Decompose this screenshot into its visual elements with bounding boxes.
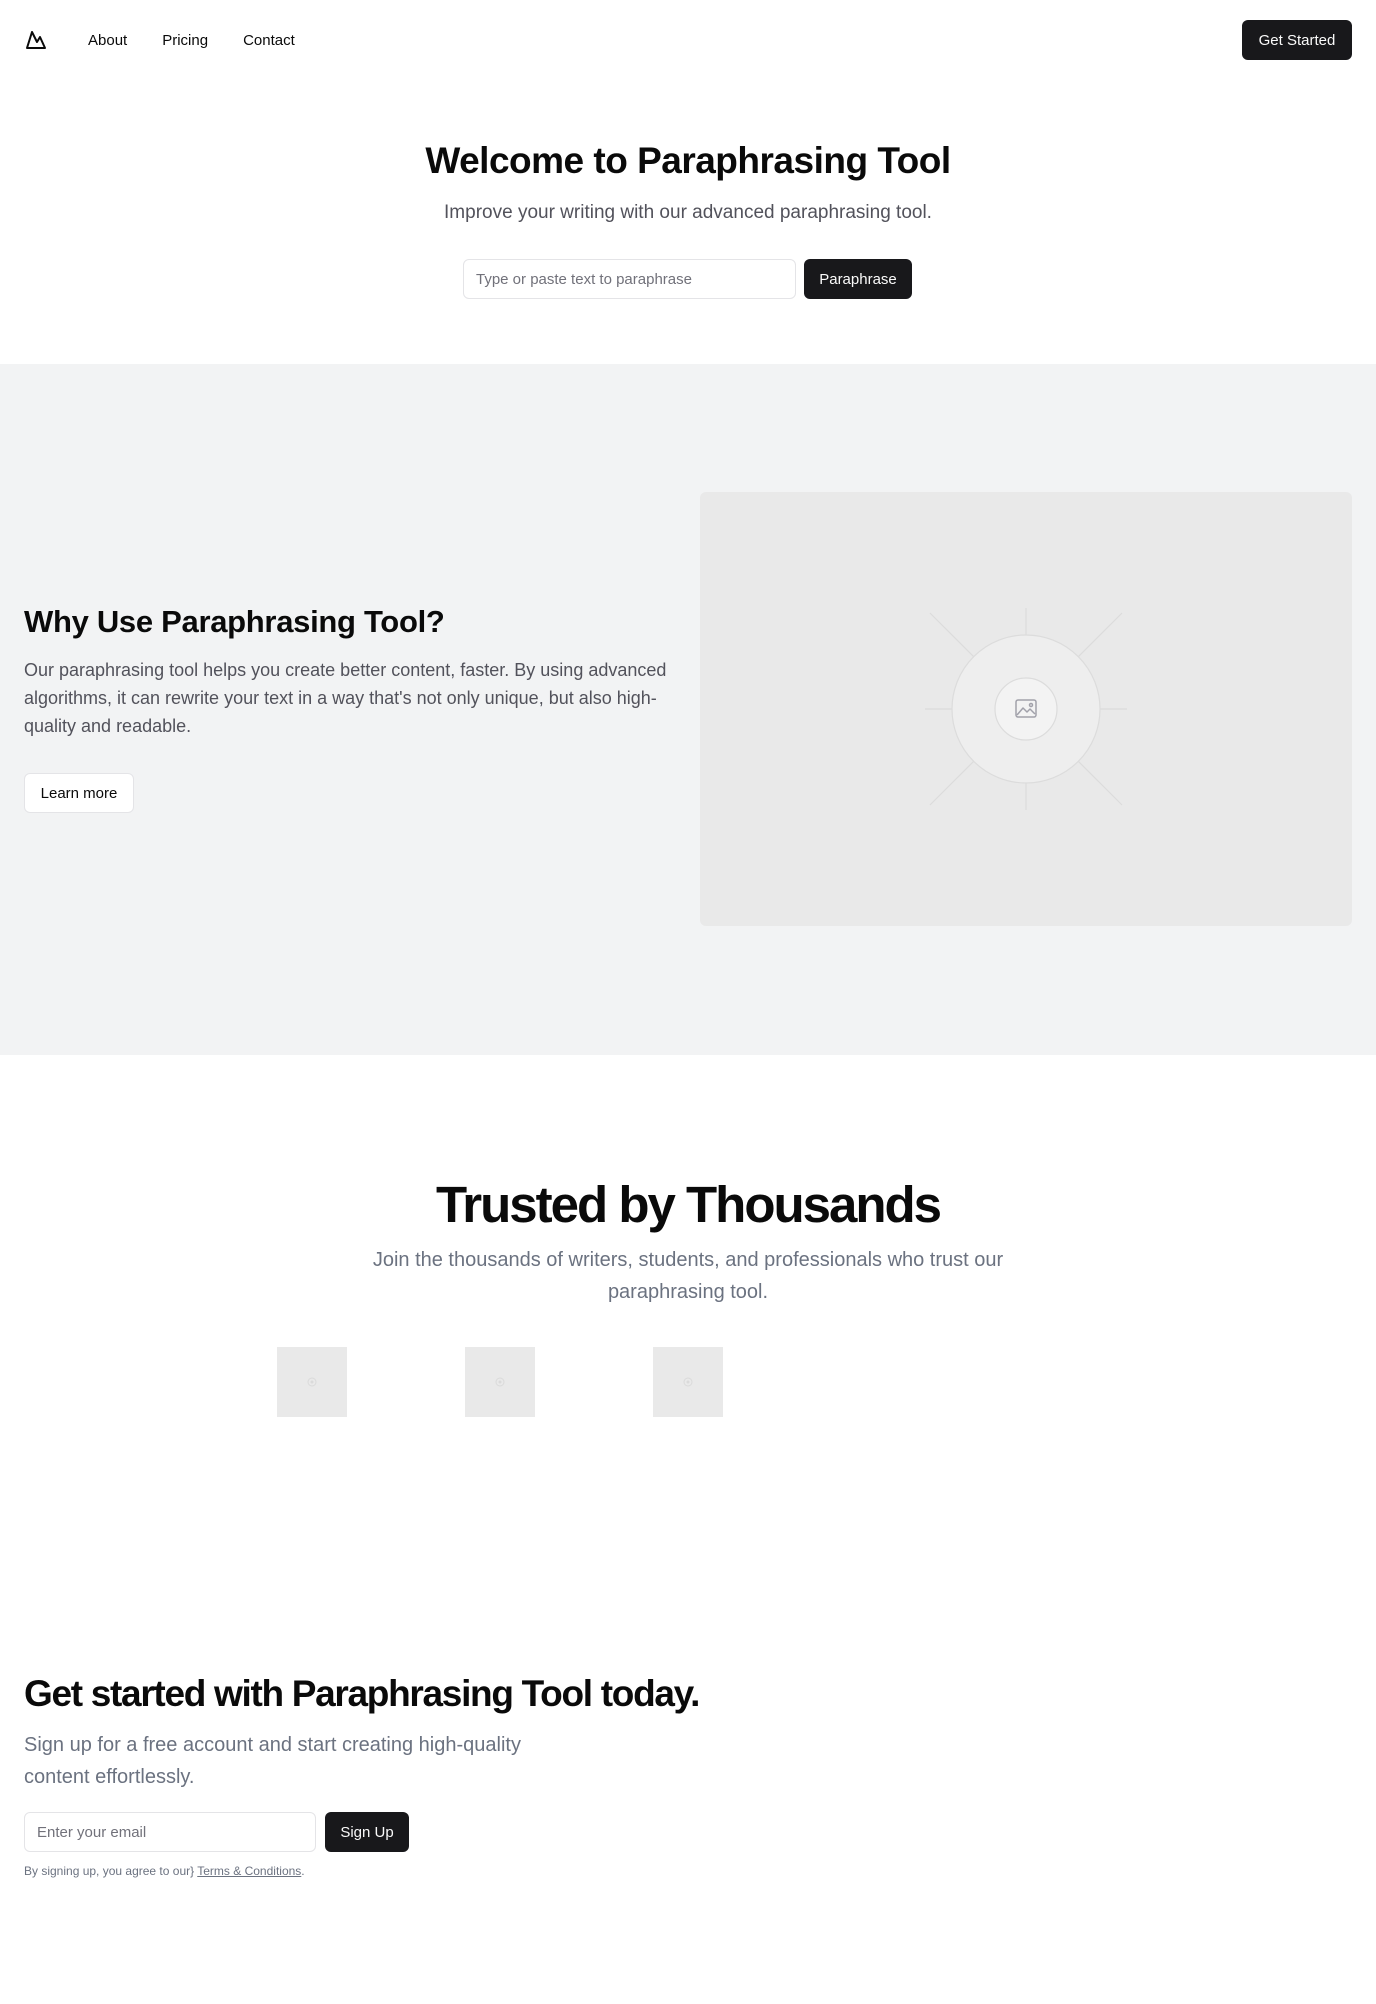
main-nav: About Pricing Contact <box>88 32 295 49</box>
email-field[interactable] <box>24 1812 316 1852</box>
partner-logo <box>277 1347 347 1417</box>
paraphrase-form: Paraphrase <box>463 259 912 299</box>
partner-logo <box>653 1347 723 1417</box>
signup-subtitle: Sign up for a free account and start cre… <box>24 1734 521 1788</box>
terms-link[interactable]: Terms & Conditions <box>197 1864 301 1878</box>
image-placeholder-icon <box>925 608 1127 810</box>
nav-link-about[interactable]: About <box>88 32 127 49</box>
image-placeholder-icon <box>307 1377 317 1387</box>
feature-image <box>700 492 1352 926</box>
features-description: Our paraphrasing tool helps you create b… <box>24 660 667 736</box>
trusted-section: Trusted by Thousands Join the thousands … <box>0 1055 1376 1575</box>
learn-more-button[interactable]: Learn more <box>24 773 134 813</box>
partner-logos <box>277 1347 723 1417</box>
paraphrase-button[interactable]: Paraphrase <box>804 259 912 299</box>
sign-up-button[interactable]: Sign Up <box>325 1812 409 1852</box>
features-section: Why Use Paraphrasing Tool? Our paraphras… <box>0 364 1376 1055</box>
fineprint-period: . <box>301 1864 305 1878</box>
paraphrase-input[interactable] <box>463 259 796 299</box>
signup-form: Sign Up <box>24 1812 409 1852</box>
partner-logo <box>465 1347 535 1417</box>
trusted-title: Trusted by Thousands <box>435 1176 942 1233</box>
fineprint-text: By signing up, you agree to our} <box>24 1864 195 1878</box>
signup-title: Get started with Paraphrasing Tool today… <box>24 1673 700 1714</box>
site-header: About Pricing Contact Get Started <box>0 0 1376 80</box>
nav-link-contact[interactable]: Contact <box>243 32 295 49</box>
nav-link-pricing[interactable]: Pricing <box>162 32 208 49</box>
image-placeholder-icon <box>683 1377 693 1387</box>
features-title: Why Use Paraphrasing Tool? <box>24 604 445 639</box>
signup-section: Get started with Paraphrasing Tool today… <box>0 1575 1376 2004</box>
image-placeholder-icon <box>495 1377 505 1387</box>
trusted-subtitle: Join the thousands of writers, students,… <box>372 1249 1004 1303</box>
get-started-button[interactable]: Get Started <box>1242 20 1352 60</box>
hero-title: Welcome to Paraphrasing Tool <box>425 140 951 181</box>
hero-section: Welcome to Paraphrasing Tool Improve you… <box>0 80 1376 364</box>
signup-fineprint: By signing up, you agree to our} Terms &… <box>24 1864 305 1878</box>
mountain-icon[interactable] <box>24 28 48 52</box>
hero-subtitle: Improve your writing with our advanced p… <box>444 202 932 223</box>
